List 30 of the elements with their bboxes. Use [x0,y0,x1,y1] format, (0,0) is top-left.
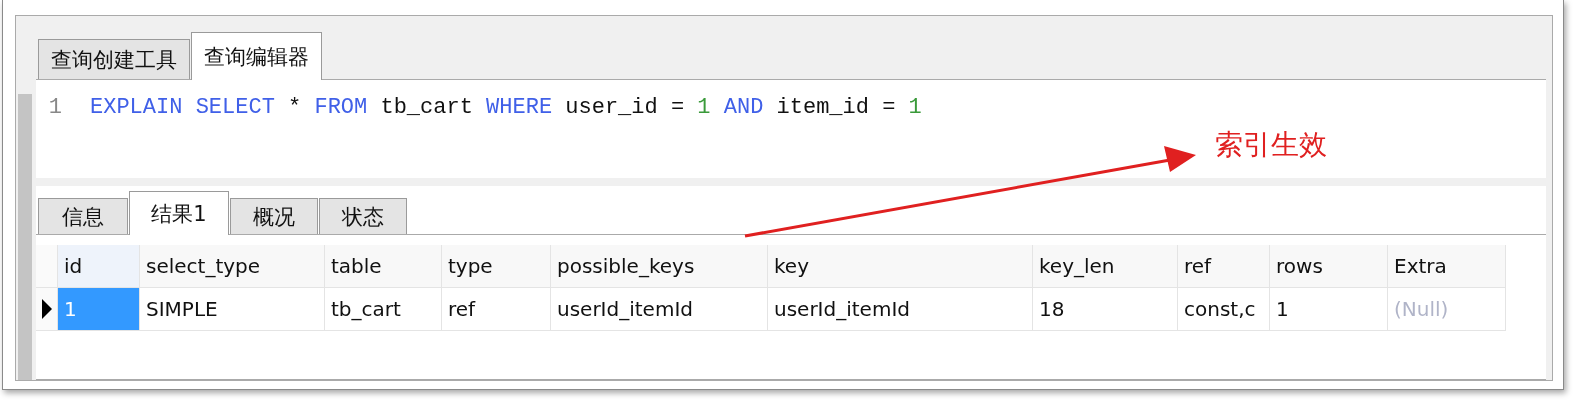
column-header[interactable]: select_type [140,245,325,288]
table-cell: const,c [1178,288,1270,331]
row-indicator[interactable] [36,288,58,331]
column-header[interactable]: ref [1178,245,1270,288]
annotation-text: 索引生效 [1215,127,1327,163]
tab[interactable]: 查询创建工具 [38,39,190,79]
column-header[interactable]: possible_keys [551,245,768,288]
column-header[interactable]: table [325,245,442,288]
column-header[interactable]: type [442,245,551,288]
table-cell: 1 [58,288,140,331]
table-cell: 1 [1270,288,1388,331]
table-cell: userId_itemId [551,288,768,331]
tab[interactable]: 状态 [319,198,407,234]
code-line: EXPLAIN SELECT * FROM tb_cart WHERE user_id = 1 AND item_id = 1 [90,94,922,120]
table-cell: tb_cart [325,288,442,331]
table-cell: userId_itemId [768,288,1033,331]
column-header[interactable]: id [58,245,140,288]
tab[interactable]: 信息 [38,198,128,234]
column-header[interactable]: Extra [1388,245,1506,288]
table-cell: (Null) [1388,288,1506,331]
column-header[interactable]: key_len [1033,245,1178,288]
column-header[interactable]: rows [1270,245,1388,288]
tab[interactable]: 结果1 [129,191,229,235]
tab[interactable]: 概况 [230,198,318,234]
tab[interactable]: 查询编辑器 [191,32,322,80]
table-cell: SIMPLE [140,288,325,331]
table-cell: ref [442,288,551,331]
column-header[interactable]: key [768,245,1033,288]
line-number: 1 [47,94,63,120]
table-cell: 18 [1033,288,1178,331]
